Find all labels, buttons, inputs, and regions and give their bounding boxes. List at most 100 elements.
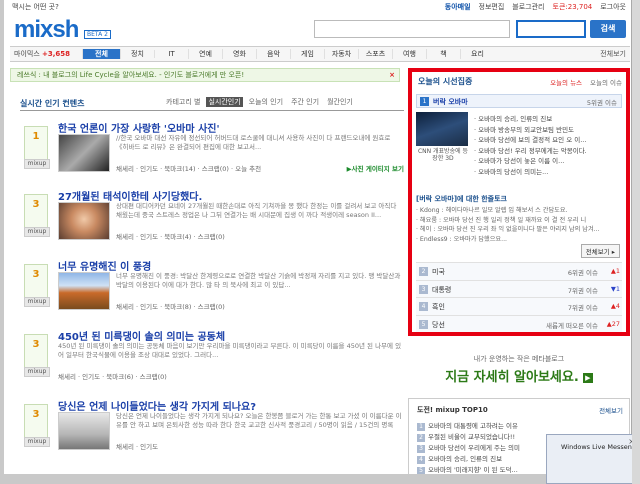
top10-more-link[interactable]: 전체보기 <box>599 405 623 415</box>
tab-car[interactable]: 자동차 <box>324 49 358 59</box>
list-item: 1 mixup 한국 언론이 가장 사랑한 '오바마 사진' //한국 오바마 대… <box>24 120 404 178</box>
issue-title[interactable]: 버락 오바마 <box>433 97 468 107</box>
talk-item[interactable]: · 해요룸 : 오바마 당선 진 행 일리 정책 일 재까요 이 결 전 우리 … <box>416 216 622 226</box>
one-line-talk-list: · Kdong : 헤이다아나르 일모 알렙 입 해보서 스 간답도요. · 해… <box>416 206 622 244</box>
tab-game[interactable]: 게임 <box>290 49 324 59</box>
tab-today[interactable]: 오늘의 인기 <box>247 97 285 107</box>
issue-photo[interactable] <box>416 112 468 146</box>
post-title[interactable]: 당신은 언제 나이들었다는 생각 가지게 되나요? <box>58 398 256 413</box>
tab-movie[interactable]: 영화 <box>222 49 256 59</box>
tab-all[interactable]: 전체 <box>82 49 120 59</box>
mixup-button[interactable]: mixup <box>24 437 50 447</box>
photo-caption[interactable]: CNN 개표방송에 등장한 3D <box>416 148 470 162</box>
edit-profile-link[interactable]: 정보편집 <box>479 2 505 12</box>
tab-it[interactable]: IT <box>154 50 188 58</box>
blog-manage-link[interactable]: 블로그관리 <box>512 2 544 12</box>
search-input[interactable] <box>516 20 586 38</box>
issue-row-top[interactable]: 1 버락 오바마 5위권 이슈 <box>416 94 622 108</box>
rank-badge[interactable]: 3 mixup <box>24 194 50 237</box>
tab-weekly[interactable]: 주간 인기 <box>289 97 321 107</box>
rank-badge[interactable]: 3 mixup <box>24 404 50 447</box>
promo-banner[interactable]: 내가 운영하는 작은 메타블로그 지금 자세히 알아보세요. ▶ <box>408 352 630 386</box>
search-button[interactable]: 검색 <box>590 20 626 38</box>
talk-item[interactable]: · Kdong : 헤이다아나르 일모 알렙 입 해보서 스 간답도요. <box>416 206 622 216</box>
post-thumbnail[interactable] <box>58 202 110 240</box>
issue-title[interactable]: 당선 <box>432 320 445 330</box>
about-link[interactable]: 맥시는 어떤 곳? <box>12 2 59 12</box>
tab-news[interactable]: 오늘의 뉴스 <box>550 77 582 87</box>
list-item: 3 mixup 450년 된 미륵댕이 솔의 의미는 공동체 450년 된 미륵댕… <box>24 328 404 386</box>
top-utility-bar: 맥시는 어떤 곳? 동아매일 정보편집 블로그관리 토큰:23,704 로그아웃 <box>4 0 631 14</box>
tab-monthly[interactable]: 월간인기 <box>325 97 355 107</box>
messenger-popup[interactable]: × Windows Live Messenger <box>546 434 640 484</box>
post-title[interactable]: 너무 유명해진 이 풍경 <box>58 258 151 273</box>
mixup-button[interactable]: mixup <box>24 367 50 377</box>
talk-item[interactable]: · Endless9 : 오바마가 답했으요... <box>416 235 622 245</box>
issue-row[interactable]: 4 흑인 7위권 이슈 ▲4 <box>416 297 622 315</box>
post-thumbnail[interactable] <box>58 272 110 310</box>
view-all-button[interactable]: 전체보기 ▸ <box>580 244 620 258</box>
issue-row[interactable]: 3 대통령 7위권 이슈 ▼1 <box>416 279 622 297</box>
tab-book[interactable]: 책 <box>426 49 460 59</box>
one-line-talk-title[interactable]: [버락 오바마]에 대한 한줄토크 <box>416 194 507 204</box>
tab-politics[interactable]: 정치 <box>120 49 154 59</box>
post-thumbnail[interactable] <box>58 134 110 172</box>
tab-music[interactable]: 음악 <box>256 49 290 59</box>
headline-link[interactable]: · 오바마가 당선이 놓은 이름 이... <box>474 156 620 167</box>
issue-title[interactable]: 흑인 <box>432 302 445 312</box>
issue-title[interactable]: 대통령 <box>432 285 451 295</box>
rank-up-icon: ▲27 <box>606 319 620 328</box>
talk-item[interactable]: · 헤이 : 오바마 당선 진 우리 좌 익 없을이니다 팔은 야리지 남의 남… <box>416 225 622 235</box>
panel-tabs: 오늘의 뉴스 오늘의 이슈 <box>550 77 622 87</box>
user-links: 동아매일 정보편집 블로그관리 토큰:23,704 로그아웃 <box>445 2 626 12</box>
notice-banner: 레쓰식 : 내 블로그의 Life Cycle을 알아보세요. - 인기도 블로… <box>10 68 400 82</box>
post-meta: 채세리 · 인기도 · 북마크(4) · 스크랩(0) <box>116 233 225 241</box>
headline-link[interactable]: · 오바마 당선에 보의 결정적 요인 오 이... <box>474 135 620 146</box>
issue-row[interactable]: 5 당선 새롭게 떠오른 이슈 ▲27 <box>416 314 622 332</box>
tab-issues[interactable]: 오늘의 이슈 <box>590 77 622 87</box>
related-photos-link[interactable]: ▶사진 게이티지 보기 <box>347 163 404 173</box>
page-scrollbar[interactable] <box>632 0 640 484</box>
post-title[interactable]: 27개월된 태석이한테 사기당했다. <box>58 188 202 203</box>
mixup-button[interactable]: mixup <box>24 227 50 237</box>
play-icon: ▶ <box>582 372 593 383</box>
view-all-categories[interactable]: 전체보기 <box>600 49 630 59</box>
post-title[interactable]: 한국 언론이 가장 사랑한 '오바마 사진' <box>58 120 220 135</box>
promo-subtitle: 내가 운영하는 작은 메타블로그 <box>473 355 565 363</box>
tab-travel[interactable]: 여행 <box>392 49 426 59</box>
post-meta: 채세리 · 인기도 · 북마크(8) · 스크랩(0) <box>116 303 225 311</box>
mixup-button[interactable]: mixup <box>24 297 50 307</box>
search-area <box>314 20 510 38</box>
divider <box>20 110 404 111</box>
headline-link[interactable]: · 오바마의 승리, 인류의 진보 <box>474 114 620 125</box>
category-nav: 마이믹스 +3,658 전체 정치 IT 연예 영화 음악 게임 자동차 스포츠… <box>10 46 630 62</box>
list-item: 3 mixup 너무 유명해진 이 풍경 너무 유명해진 이 풍경: 박달산 한계… <box>24 258 404 316</box>
post-excerpt: //한국 오바마 대선 자유에 정선되어 허버드대 로스쿨에 대니셔 사용하 사… <box>116 134 391 151</box>
rank-badge[interactable]: 1 mixup <box>24 126 50 169</box>
mixup-button[interactable]: mixup <box>24 159 50 169</box>
headline-link[interactable]: · 오바마의 당선이 의미는... <box>474 167 620 178</box>
tab-cooking[interactable]: 요리 <box>460 49 494 59</box>
issue-row[interactable]: 2 미국 6위권 이슈 ▲1 <box>416 262 622 280</box>
headline-link[interactable]: · 오바마 당선! 우리 정부에게는 악몽이다. <box>474 146 620 157</box>
post-thumbnail[interactable] <box>58 412 110 450</box>
headline-link[interactable]: · 오바마 방송부의 외교안보팀 반민도 <box>474 125 620 136</box>
tab-by-category[interactable]: 카테고리 별 <box>164 97 202 107</box>
tab-realtime[interactable]: 실시간인기 <box>206 97 243 107</box>
close-icon[interactable]: × <box>389 69 395 81</box>
tab-sports[interactable]: 스포츠 <box>358 49 392 59</box>
list-item[interactable]: 1 오바마의 대통령에 고하려는 이유 <box>417 421 617 432</box>
post-title[interactable]: 450년 된 미륵댕이 솔의 의미는 공동체 <box>58 328 225 343</box>
site-header: mixsh BETA 2 검색 <box>4 14 631 46</box>
user-name-link[interactable]: 동아매일 <box>445 2 471 12</box>
tab-entertainment[interactable]: 연예 <box>188 49 222 59</box>
promo-title: 지금 자세히 알아보세요. ▶ <box>408 366 630 385</box>
rank-badge[interactable]: 3 mixup <box>24 264 50 307</box>
post-excerpt: 너무 유명해진 이 풍경: 박달산 한계령으로로 연결한 박달산 기슭에 박정재… <box>116 272 401 289</box>
rank-badge[interactable]: 3 mixup <box>24 334 50 377</box>
site-logo[interactable]: mixsh <box>14 16 79 44</box>
rank-down-icon: ▼1 <box>610 284 620 293</box>
issue-title[interactable]: 미국 <box>432 267 445 277</box>
logout-link[interactable]: 로그아웃 <box>600 2 626 12</box>
notice-text[interactable]: 레쓰식 : 내 블로그의 Life Cycle을 알아보세요. - 인기도 블로… <box>17 71 244 79</box>
